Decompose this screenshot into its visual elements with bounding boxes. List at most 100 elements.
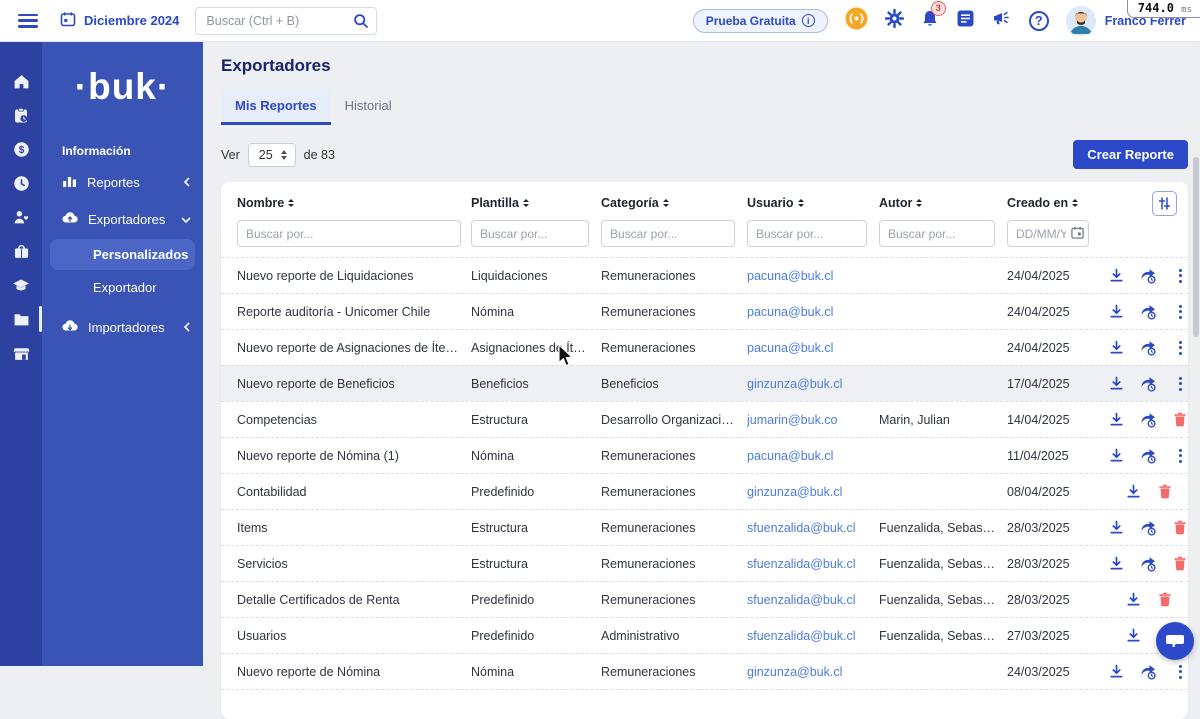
notifications-bell-icon[interactable]: 3: [921, 0, 946, 33]
column-header-usuario[interactable]: Usuario: [747, 196, 879, 210]
table-row[interactable]: Usuarios Predefinido Administrativo sfuenza…: [221, 617, 1188, 653]
table-row[interactable]: Items Estructura Remuneraciones sfuenzalida…: [221, 509, 1188, 545]
schedule-send-icon[interactable]: [1139, 411, 1157, 429]
scrollbar-thumb[interactable]: [1193, 157, 1199, 337]
download-icon[interactable]: [1107, 447, 1125, 465]
filter-nombre-input[interactable]: [237, 220, 461, 247]
cell-usuario[interactable]: ginzunza@buk.cl: [747, 485, 879, 499]
table-row[interactable]: Nuevo reporte de Nómina Nómina Remuneracio…: [221, 653, 1188, 689]
delete-icon[interactable]: [1171, 519, 1189, 537]
schedule-send-icon[interactable]: [1139, 267, 1157, 285]
cell-usuario[interactable]: jumarin@buk.co: [747, 413, 879, 427]
download-icon[interactable]: [1107, 663, 1125, 681]
cell-usuario[interactable]: sfuenzalida@buk.cl: [747, 557, 879, 571]
rail-time-icon[interactable]: [0, 166, 42, 200]
download-icon[interactable]: [1107, 303, 1125, 321]
table-row[interactable]: Nuevo reporte de Beneficios Beneficios Ben…: [221, 365, 1188, 401]
table-row[interactable]: Nuevo reporte de Liquidaciones Liquidacio…: [221, 257, 1188, 293]
delete-icon[interactable]: [1156, 483, 1174, 501]
download-icon[interactable]: [1124, 591, 1142, 609]
sidebar-item-personalizados[interactable]: Personalizados: [50, 239, 195, 270]
table-row[interactable]: Servicios Estructura Remuneraciones sfuenza…: [221, 545, 1188, 581]
sidebar-item-exportadores[interactable]: Exportadores: [42, 201, 203, 237]
download-icon[interactable]: [1107, 519, 1125, 537]
avatar[interactable]: [1065, 5, 1096, 36]
trial-badge[interactable]: Prueba Gratuita i: [692, 8, 828, 33]
schedule-send-icon[interactable]: [1139, 447, 1157, 465]
search-input[interactable]: [195, 6, 378, 35]
column-header-categoria[interactable]: Categoría: [601, 196, 747, 210]
kebab-menu-icon[interactable]: [1171, 447, 1189, 465]
table-row[interactable]: Reporte auditoría - Unicomer Chile Nómina…: [221, 293, 1188, 329]
filter-usuario-input[interactable]: [747, 220, 867, 247]
kebab-menu-icon[interactable]: [1171, 339, 1189, 357]
schedule-send-icon[interactable]: [1139, 519, 1157, 537]
cell-usuario[interactable]: pacuna@buk.cl: [747, 305, 879, 319]
table-row[interactable]: Competencias Estructura Desarrollo Organiz…: [221, 401, 1188, 437]
column-header-creado-en[interactable]: Creado en: [1007, 196, 1107, 210]
rail-tasks-icon[interactable]: [0, 98, 42, 132]
kebab-menu-icon[interactable]: [1171, 375, 1189, 393]
cell-usuario[interactable]: pacuna@buk.cl: [747, 269, 879, 283]
filter-autor-input[interactable]: [879, 220, 995, 247]
download-icon[interactable]: [1107, 555, 1125, 573]
column-filters-button[interactable]: [1152, 191, 1177, 216]
cell-usuario[interactable]: ginzunza@buk.cl: [747, 665, 879, 679]
download-icon[interactable]: [1107, 267, 1125, 285]
column-header-autor[interactable]: Autor: [879, 196, 1007, 210]
cell-usuario[interactable]: pacuna@buk.cl: [747, 341, 879, 355]
goals-icon[interactable]: [845, 7, 868, 35]
schedule-send-icon[interactable]: [1139, 339, 1157, 357]
table-row[interactable]: Nuevo reporte de Asignaciones de Ítems As…: [221, 329, 1188, 365]
download-icon[interactable]: [1124, 483, 1142, 501]
scrollbar[interactable]: [1192, 42, 1200, 666]
settings-gear-icon[interactable]: [884, 8, 904, 33]
rail-documents-icon[interactable]: [0, 302, 42, 336]
page-size-select[interactable]: 25: [247, 142, 296, 167]
download-icon[interactable]: [1107, 411, 1125, 429]
period-selector[interactable]: Diciembre 2024: [60, 11, 179, 30]
filter-categoria-input[interactable]: [601, 220, 735, 247]
download-icon[interactable]: [1124, 627, 1142, 645]
download-icon[interactable]: [1107, 375, 1125, 393]
rail-marketplace-icon[interactable]: [0, 336, 42, 370]
rail-payroll-icon[interactable]: $: [0, 132, 42, 166]
chat-fab-button[interactable]: [1156, 622, 1194, 660]
sidebar-item-exportador[interactable]: Exportador: [50, 272, 195, 303]
column-header-nombre[interactable]: Nombre: [237, 196, 471, 210]
create-report-button[interactable]: Crear Reporte: [1073, 140, 1188, 169]
schedule-send-icon[interactable]: [1139, 303, 1157, 321]
rail-benefits-icon[interactable]: [0, 234, 42, 268]
kebab-menu-icon[interactable]: [1171, 267, 1189, 285]
sidebar-item-reportes[interactable]: Reportes: [42, 164, 203, 201]
schedule-send-icon[interactable]: [1139, 375, 1157, 393]
delete-icon[interactable]: [1156, 591, 1174, 609]
column-header-plantilla[interactable]: Plantilla: [471, 196, 601, 210]
table-row[interactable]: Nuevo reporte de Nómina (1) Nómina Remuner…: [221, 437, 1188, 473]
cell-usuario[interactable]: ginzunza@buk.cl: [747, 377, 879, 391]
schedule-send-icon[interactable]: [1139, 663, 1157, 681]
schedule-send-icon[interactable]: [1139, 555, 1157, 573]
cell-usuario[interactable]: sfuenzalida@buk.cl: [747, 593, 879, 607]
rail-talent-icon[interactable]: [0, 200, 42, 234]
cell-usuario[interactable]: sfuenzalida@buk.cl: [747, 521, 879, 535]
kebab-menu-icon[interactable]: [1171, 663, 1189, 681]
help-icon[interactable]: ?: [1028, 10, 1049, 31]
cell-usuario[interactable]: pacuna@buk.cl: [747, 449, 879, 463]
rail-home-icon[interactable]: [0, 64, 42, 98]
table-row[interactable]: Detalle Certificados de Renta Predefinido…: [221, 581, 1188, 617]
filter-plantilla-input[interactable]: [471, 220, 589, 247]
tab-historial[interactable]: Historial: [331, 90, 406, 125]
tab-mis-reportes[interactable]: Mis Reportes: [221, 90, 331, 125]
rail-training-icon[interactable]: [0, 268, 42, 302]
sidebar-item-importadores[interactable]: Importadores: [42, 309, 203, 345]
search-icon[interactable]: [353, 13, 369, 34]
hamburger-menu-icon[interactable]: [18, 13, 38, 28]
delete-icon[interactable]: [1171, 555, 1189, 573]
delete-icon[interactable]: [1171, 411, 1189, 429]
table-row[interactable]: Contabilidad Predefinido Remuneraciones gin…: [221, 473, 1188, 509]
cell-usuario[interactable]: sfuenzalida@buk.cl: [747, 629, 879, 643]
megaphone-icon[interactable]: [992, 9, 1012, 32]
download-icon[interactable]: [1107, 339, 1125, 357]
kebab-menu-icon[interactable]: [1171, 303, 1189, 321]
